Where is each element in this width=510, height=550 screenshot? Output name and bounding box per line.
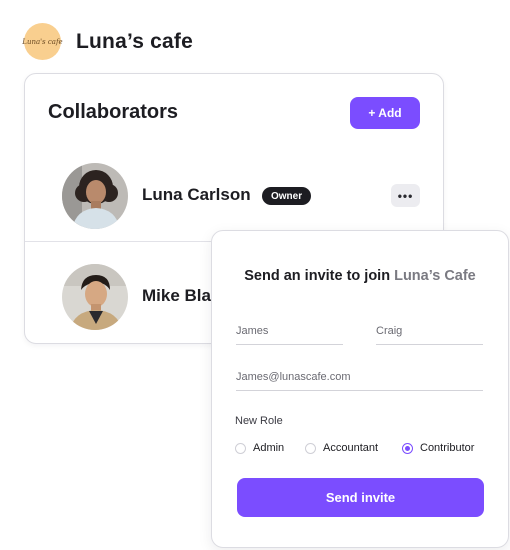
collaborators-title: Collaborators: [48, 101, 179, 123]
invite-title-cafe: Luna’s Cafe: [394, 268, 476, 284]
avatar-photo-luna: [62, 163, 128, 229]
brand-name: Luna’s cafe: [76, 29, 193, 53]
owner-badge: Owner: [262, 187, 312, 205]
new-role-label: New Role: [235, 415, 283, 427]
radio-button[interactable]: [235, 442, 246, 454]
radio-button[interactable]: [305, 442, 316, 454]
role-option-label: Accountant: [323, 442, 379, 454]
role-option-contributor[interactable]: Contributor: [402, 442, 474, 454]
last-name-input[interactable]: [376, 318, 483, 344]
avatar: [62, 264, 128, 330]
first-name-input[interactable]: [236, 318, 343, 344]
send-invite-button[interactable]: Send invite: [237, 478, 484, 517]
role-option-admin[interactable]: Admin: [235, 442, 284, 454]
role-option-label: Contributor: [420, 442, 475, 454]
first-name-field: [236, 318, 343, 345]
member-name: Mike Bla: [142, 286, 211, 305]
email-input[interactable]: [236, 364, 483, 390]
avatar: [62, 163, 128, 229]
email-field: [236, 364, 483, 391]
avatar-photo-mike: [62, 264, 128, 330]
role-option-label: Admin: [253, 442, 285, 454]
more-options-button[interactable]: •••: [391, 184, 420, 207]
invite-title: Send an invite to join Luna’s Cafe: [212, 268, 508, 284]
brand-header: Luna's cafe Luna’s cafe: [22, 23, 193, 60]
radio-button-selected[interactable]: [402, 442, 413, 454]
add-collaborator-button[interactable]: + Add: [350, 97, 420, 129]
invite-card: Send an invite to join Luna’s Cafe New R…: [211, 230, 509, 548]
member-name: Luna Carlson: [142, 185, 251, 204]
invite-title-prefix: Send an invite to join: [244, 268, 395, 284]
role-option-accountant[interactable]: Accountant: [305, 442, 378, 454]
cafe-logo: Luna's cafe: [22, 23, 63, 60]
last-name-field: [376, 318, 483, 345]
